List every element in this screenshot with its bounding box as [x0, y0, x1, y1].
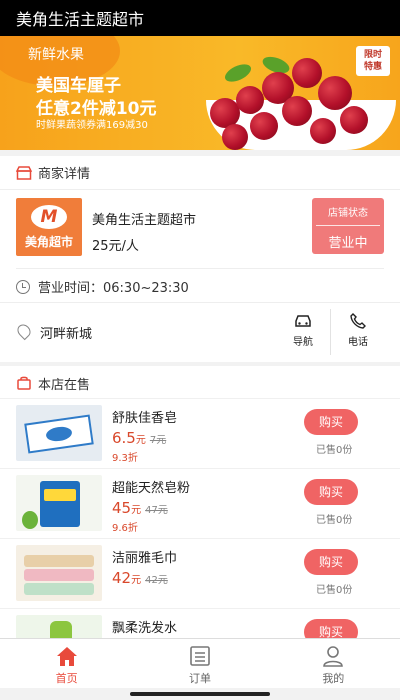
location-pin-icon — [14, 321, 34, 341]
discount-text: 9.3折 — [112, 453, 138, 464]
cherry-image — [236, 86, 264, 114]
cherry-image — [282, 96, 312, 126]
product-item[interactable]: 超能天然皂粉 45元 47元 9.6折 购买 已售0份 — [0, 468, 400, 538]
buy-button[interactable]: 购买 — [304, 549, 358, 575]
price-value: 6.5 — [112, 429, 136, 447]
navigate-button[interactable]: 导航 — [276, 313, 330, 353]
product-price: 45元 47元 — [112, 499, 168, 517]
home-icon — [56, 647, 77, 666]
original-price: 7元 — [149, 435, 167, 446]
products-section-header: 本店在售 — [0, 366, 400, 400]
shop-section-header: 商家详情 — [0, 156, 400, 190]
discount-text: 9.6折 — [112, 523, 138, 534]
leaf-image — [22, 511, 38, 529]
cherry-image — [250, 112, 278, 140]
powder-label-image — [44, 489, 76, 501]
user-icon — [323, 646, 344, 667]
car-icon — [295, 315, 311, 327]
product-image-soap — [16, 405, 102, 461]
tab-home[interactable]: 首页 — [0, 639, 133, 688]
cherry-image — [310, 118, 336, 144]
sold-count: 已售0份 — [316, 515, 353, 526]
products-section-title: 本店在售 — [38, 377, 91, 393]
cherry-image — [222, 124, 248, 150]
tag-line2: 特惠 — [363, 62, 382, 72]
buy-button[interactable]: 购买 — [304, 479, 358, 505]
hours-text: 营业时间：06:30~23:30 — [38, 281, 189, 296]
towel-image — [24, 555, 94, 567]
product-price: 6.5元 7元 — [112, 429, 166, 447]
price-value: 42 — [112, 569, 132, 587]
app-title-bar: 美角生活主题超市 — [0, 0, 400, 36]
tab-orders-label: 订单 — [188, 672, 211, 685]
product-name: 舒肤佳香皂 — [112, 411, 178, 426]
call-label: 电话 — [348, 337, 368, 348]
shop-average-price: 25元/人 — [92, 239, 139, 254]
shop-logo: M 美角超市 — [16, 198, 82, 256]
shopping-bag-icon — [17, 376, 31, 390]
phone-icon — [350, 313, 366, 329]
sold-count: 已售0份 — [316, 445, 353, 456]
limited-offer-tag: 限时 特惠 — [356, 46, 390, 76]
tab-profile[interactable]: 我的 — [267, 639, 400, 688]
product-item[interactable]: 舒肤佳香皂 6.5元 7元 9.3折 购买 已售0份 — [0, 398, 400, 468]
logo-text: 美角超市 — [24, 234, 73, 249]
product-name: 洁丽雅毛巾 — [112, 551, 178, 566]
product-price: 42元 42元 — [112, 569, 168, 587]
price-unit: 元 — [131, 505, 142, 516]
order-list-icon — [190, 646, 210, 666]
product-item[interactable]: 洁丽雅毛巾 42元 42元 购买 已售0份 — [0, 538, 400, 608]
product-image-towel — [16, 545, 102, 601]
app-title: 美角生活主题超市 — [16, 10, 145, 29]
home-indicator — [130, 692, 270, 696]
product-name: 超能天然皂粉 — [112, 481, 191, 496]
status-value: 营业中 — [328, 236, 368, 251]
towel-image — [24, 569, 94, 581]
tag-line1: 限时 — [363, 50, 382, 60]
tab-orders[interactable]: 订单 — [133, 639, 266, 688]
navigate-label: 导航 — [293, 337, 313, 348]
cherry-image — [318, 76, 352, 110]
price-unit: 元 — [135, 435, 146, 446]
tab-profile-label: 我的 — [322, 672, 345, 685]
shop-name: 美角生活主题超市 — [92, 213, 197, 228]
banner-coupon-text: 时鲜果蔬领券满169减30 — [36, 120, 148, 131]
towel-image — [24, 583, 94, 595]
cherry-image — [292, 58, 322, 88]
buy-button[interactable]: 购买 — [304, 409, 358, 435]
products-panel: 本店在售 舒肤佳香皂 6.5元 7元 9.3折 购买 已售0份 超能天然皂粉 45… — [0, 366, 400, 671]
clock-icon — [16, 279, 30, 294]
call-button[interactable]: 电话 — [331, 313, 385, 353]
banner-fresh-fruit: 新鲜水果 — [28, 47, 84, 63]
leaf-image — [222, 60, 254, 86]
price-unit: 元 — [131, 575, 142, 586]
cherry-image — [340, 106, 368, 134]
price-value: 45 — [112, 499, 132, 517]
product-name: 飘柔洗发水 — [112, 621, 178, 636]
powder-bag-image — [40, 481, 80, 527]
business-hours: 营业时间：06:30~23:30 — [16, 268, 384, 298]
status-divider — [316, 225, 380, 226]
shop-details-panel: 商家详情 M 美角超市 美角生活主题超市 25元/人 店铺状态 营业中 营业时间… — [0, 156, 400, 362]
banner-headline: 美国车厘子 — [36, 76, 121, 96]
tab-home-label: 首页 — [55, 672, 78, 685]
shop-section-title: 商家详情 — [38, 167, 91, 182]
shop-address: 河畔新城 — [40, 327, 93, 342]
status-label: 店铺状态 — [328, 208, 368, 219]
promo-banner[interactable]: 新鲜水果 美国车厘子 任意2件减10元 时鲜果蔬领券满169减30 限时 特惠 — [0, 36, 400, 150]
original-price: 42元 — [145, 575, 168, 586]
shop-status-badge: 店铺状态 营业中 — [312, 198, 384, 254]
sold-count: 已售0份 — [316, 585, 353, 596]
address-row: 河畔新城 导航 电话 — [0, 302, 400, 360]
product-image-powder — [16, 475, 102, 531]
original-price: 47元 — [145, 505, 168, 516]
store-icon — [16, 165, 32, 180]
logo-mark: M — [31, 204, 67, 229]
bottom-tab-bar: 首页 订单 我的 — [0, 638, 400, 688]
